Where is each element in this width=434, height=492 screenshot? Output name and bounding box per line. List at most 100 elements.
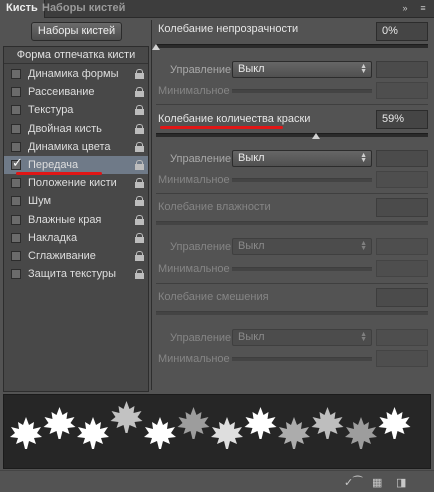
- wetness-minimum-value[interactable]: [376, 260, 428, 277]
- lock-icon[interactable]: [135, 178, 144, 189]
- lock-icon[interactable]: [135, 69, 144, 79]
- option-label: Рассеивание: [28, 86, 95, 99]
- new-brush-icon[interactable]: ◨: [396, 476, 406, 489]
- wetness-jitter-value[interactable]: [376, 198, 428, 217]
- flow-jitter-thumb[interactable]: [312, 133, 321, 139]
- section-separator: [156, 104, 428, 105]
- toggle-brush-preview-icon[interactable]: ✓⁀: [344, 476, 362, 489]
- brush-option-item[interactable]: Положение кисти: [4, 174, 148, 192]
- lock-icon[interactable]: [135, 251, 144, 261]
- select-arrows-icon: ▲ ▼: [360, 331, 367, 343]
- mix-jitter-value[interactable]: [376, 288, 428, 307]
- section-separator: [156, 283, 428, 284]
- opacity-control-value: Выкл: [238, 63, 265, 75]
- flow-jitter-slider[interactable]: [156, 133, 428, 137]
- opacity-jitter-thumb[interactable]: [152, 44, 160, 50]
- maple-leaf-stroke: [10, 401, 411, 449]
- annotation-underline: [16, 172, 102, 175]
- brush-option-item[interactable]: Динамика формы: [4, 65, 148, 83]
- maple-leaf-stamp: [311, 407, 344, 439]
- option-checkbox[interactable]: [11, 232, 21, 243]
- lock-icon[interactable]: [135, 269, 144, 280]
- panel-tab-bar: Кисть Наборы кистей » ≡: [0, 0, 434, 18]
- opacity-minimum-slider[interactable]: [232, 89, 372, 93]
- lock-icon[interactable]: [135, 232, 144, 243]
- flow-control-select[interactable]: Выкл ▲ ▼: [232, 150, 372, 167]
- flow-jitter-label: Колебание количества краски: [158, 113, 311, 125]
- flow-jitter-value[interactable]: 59%: [376, 110, 428, 129]
- mix-jitter-label: Колебание смешения: [158, 291, 269, 303]
- wetness-control-select[interactable]: Выкл ▲ ▼: [232, 238, 372, 255]
- brush-option-item[interactable]: Рассеивание: [4, 83, 148, 101]
- brush-stroke-preview: [3, 394, 431, 469]
- option-checkbox[interactable]: ✓: [11, 156, 23, 170]
- tab-brush-presets[interactable]: Наборы кистей: [36, 0, 131, 18]
- mix-jitter-slider[interactable]: [156, 311, 428, 315]
- lock-icon[interactable]: [135, 123, 144, 134]
- option-checkbox[interactable]: [11, 69, 21, 79]
- collapse-icon[interactable]: »: [398, 2, 412, 15]
- lock-icon[interactable]: [135, 105, 144, 116]
- opacity-jitter-slider[interactable]: [156, 44, 428, 48]
- brush-settings-list: Форма отпечатка кисти Динамика формы Расс…: [3, 46, 149, 392]
- mix-control-select[interactable]: Выкл ▲ ▼: [232, 329, 372, 346]
- panel-divider: [151, 20, 152, 390]
- opacity-control-extra: [376, 61, 428, 78]
- opacity-minimum-value[interactable]: [376, 82, 428, 99]
- option-label: Положение кисти: [28, 177, 117, 190]
- opacity-jitter-value[interactable]: 0%: [376, 22, 428, 41]
- lock-icon[interactable]: [135, 214, 144, 225]
- opacity-control-select[interactable]: Выкл ▲ ▼: [232, 61, 372, 78]
- option-checkbox[interactable]: [11, 87, 21, 98]
- panel-menu-icon[interactable]: ≡: [416, 2, 430, 15]
- opacity-minimum-label: Минимальное: [158, 85, 230, 97]
- flow-minimum-value[interactable]: [376, 171, 428, 188]
- maple-leaf-stamp: [244, 407, 277, 439]
- brush-option-item[interactable]: Накладка: [4, 229, 148, 247]
- option-label: Защита текстуры: [28, 268, 117, 281]
- wetness-minimum-slider[interactable]: [232, 267, 372, 271]
- wetness-jitter-label: Колебание влажности: [158, 201, 271, 213]
- flow-minimum-label: Минимальное: [158, 174, 230, 186]
- mix-minimum-value[interactable]: [376, 350, 428, 367]
- lock-icon[interactable]: [135, 87, 144, 98]
- brush-option-item[interactable]: Шум: [4, 192, 148, 210]
- flow-control-extra: [376, 150, 428, 167]
- select-arrows-icon: ▲ ▼: [360, 240, 367, 252]
- option-checkbox[interactable]: [11, 105, 21, 116]
- option-checkbox[interactable]: [11, 269, 21, 280]
- maple-leaf-stamp: [177, 407, 210, 439]
- flow-minimum-slider[interactable]: [232, 178, 372, 182]
- brush-option-item[interactable]: Динамика цвета: [4, 138, 148, 156]
- brush-option-item[interactable]: Влажные края: [4, 211, 148, 229]
- brush-option-item[interactable]: Защита текстуры: [4, 265, 148, 283]
- brush-tip-shape-item[interactable]: Форма отпечатка кисти: [4, 47, 148, 64]
- mix-control-value: Выкл: [238, 331, 265, 343]
- brush-option-item[interactable]: Сглаживание: [4, 247, 148, 265]
- option-label: Текстура: [28, 104, 74, 117]
- maple-leaf-stamp: [10, 417, 42, 449]
- maple-leaf-stamp: [43, 407, 76, 439]
- option-label: Двойная кисть: [28, 122, 102, 135]
- option-checkbox[interactable]: [11, 178, 21, 189]
- wetness-jitter-slider[interactable]: [156, 221, 428, 225]
- brush-grid-icon[interactable]: ▦: [372, 476, 382, 489]
- option-label: Влажные края: [28, 213, 102, 226]
- lock-icon[interactable]: [135, 141, 144, 152]
- option-checkbox[interactable]: [11, 214, 21, 225]
- option-checkbox[interactable]: [11, 196, 21, 207]
- section-separator: [156, 193, 428, 194]
- option-checkbox[interactable]: [11, 141, 21, 152]
- maple-leaf-stamp: [278, 417, 310, 449]
- maple-leaf-stamp: [345, 417, 377, 449]
- lock-icon[interactable]: [135, 160, 144, 170]
- flow-control-value: Выкл: [238, 152, 265, 164]
- mix-minimum-slider[interactable]: [232, 357, 372, 361]
- brush-option-item[interactable]: Двойная кисть: [4, 120, 148, 138]
- annotation-underline: [160, 126, 283, 129]
- brush-presets-button[interactable]: Наборы кистей: [31, 22, 122, 41]
- lock-icon[interactable]: [135, 196, 144, 207]
- brush-option-item[interactable]: Текстура: [4, 101, 148, 119]
- option-checkbox[interactable]: [11, 251, 21, 261]
- option-checkbox[interactable]: [11, 123, 21, 134]
